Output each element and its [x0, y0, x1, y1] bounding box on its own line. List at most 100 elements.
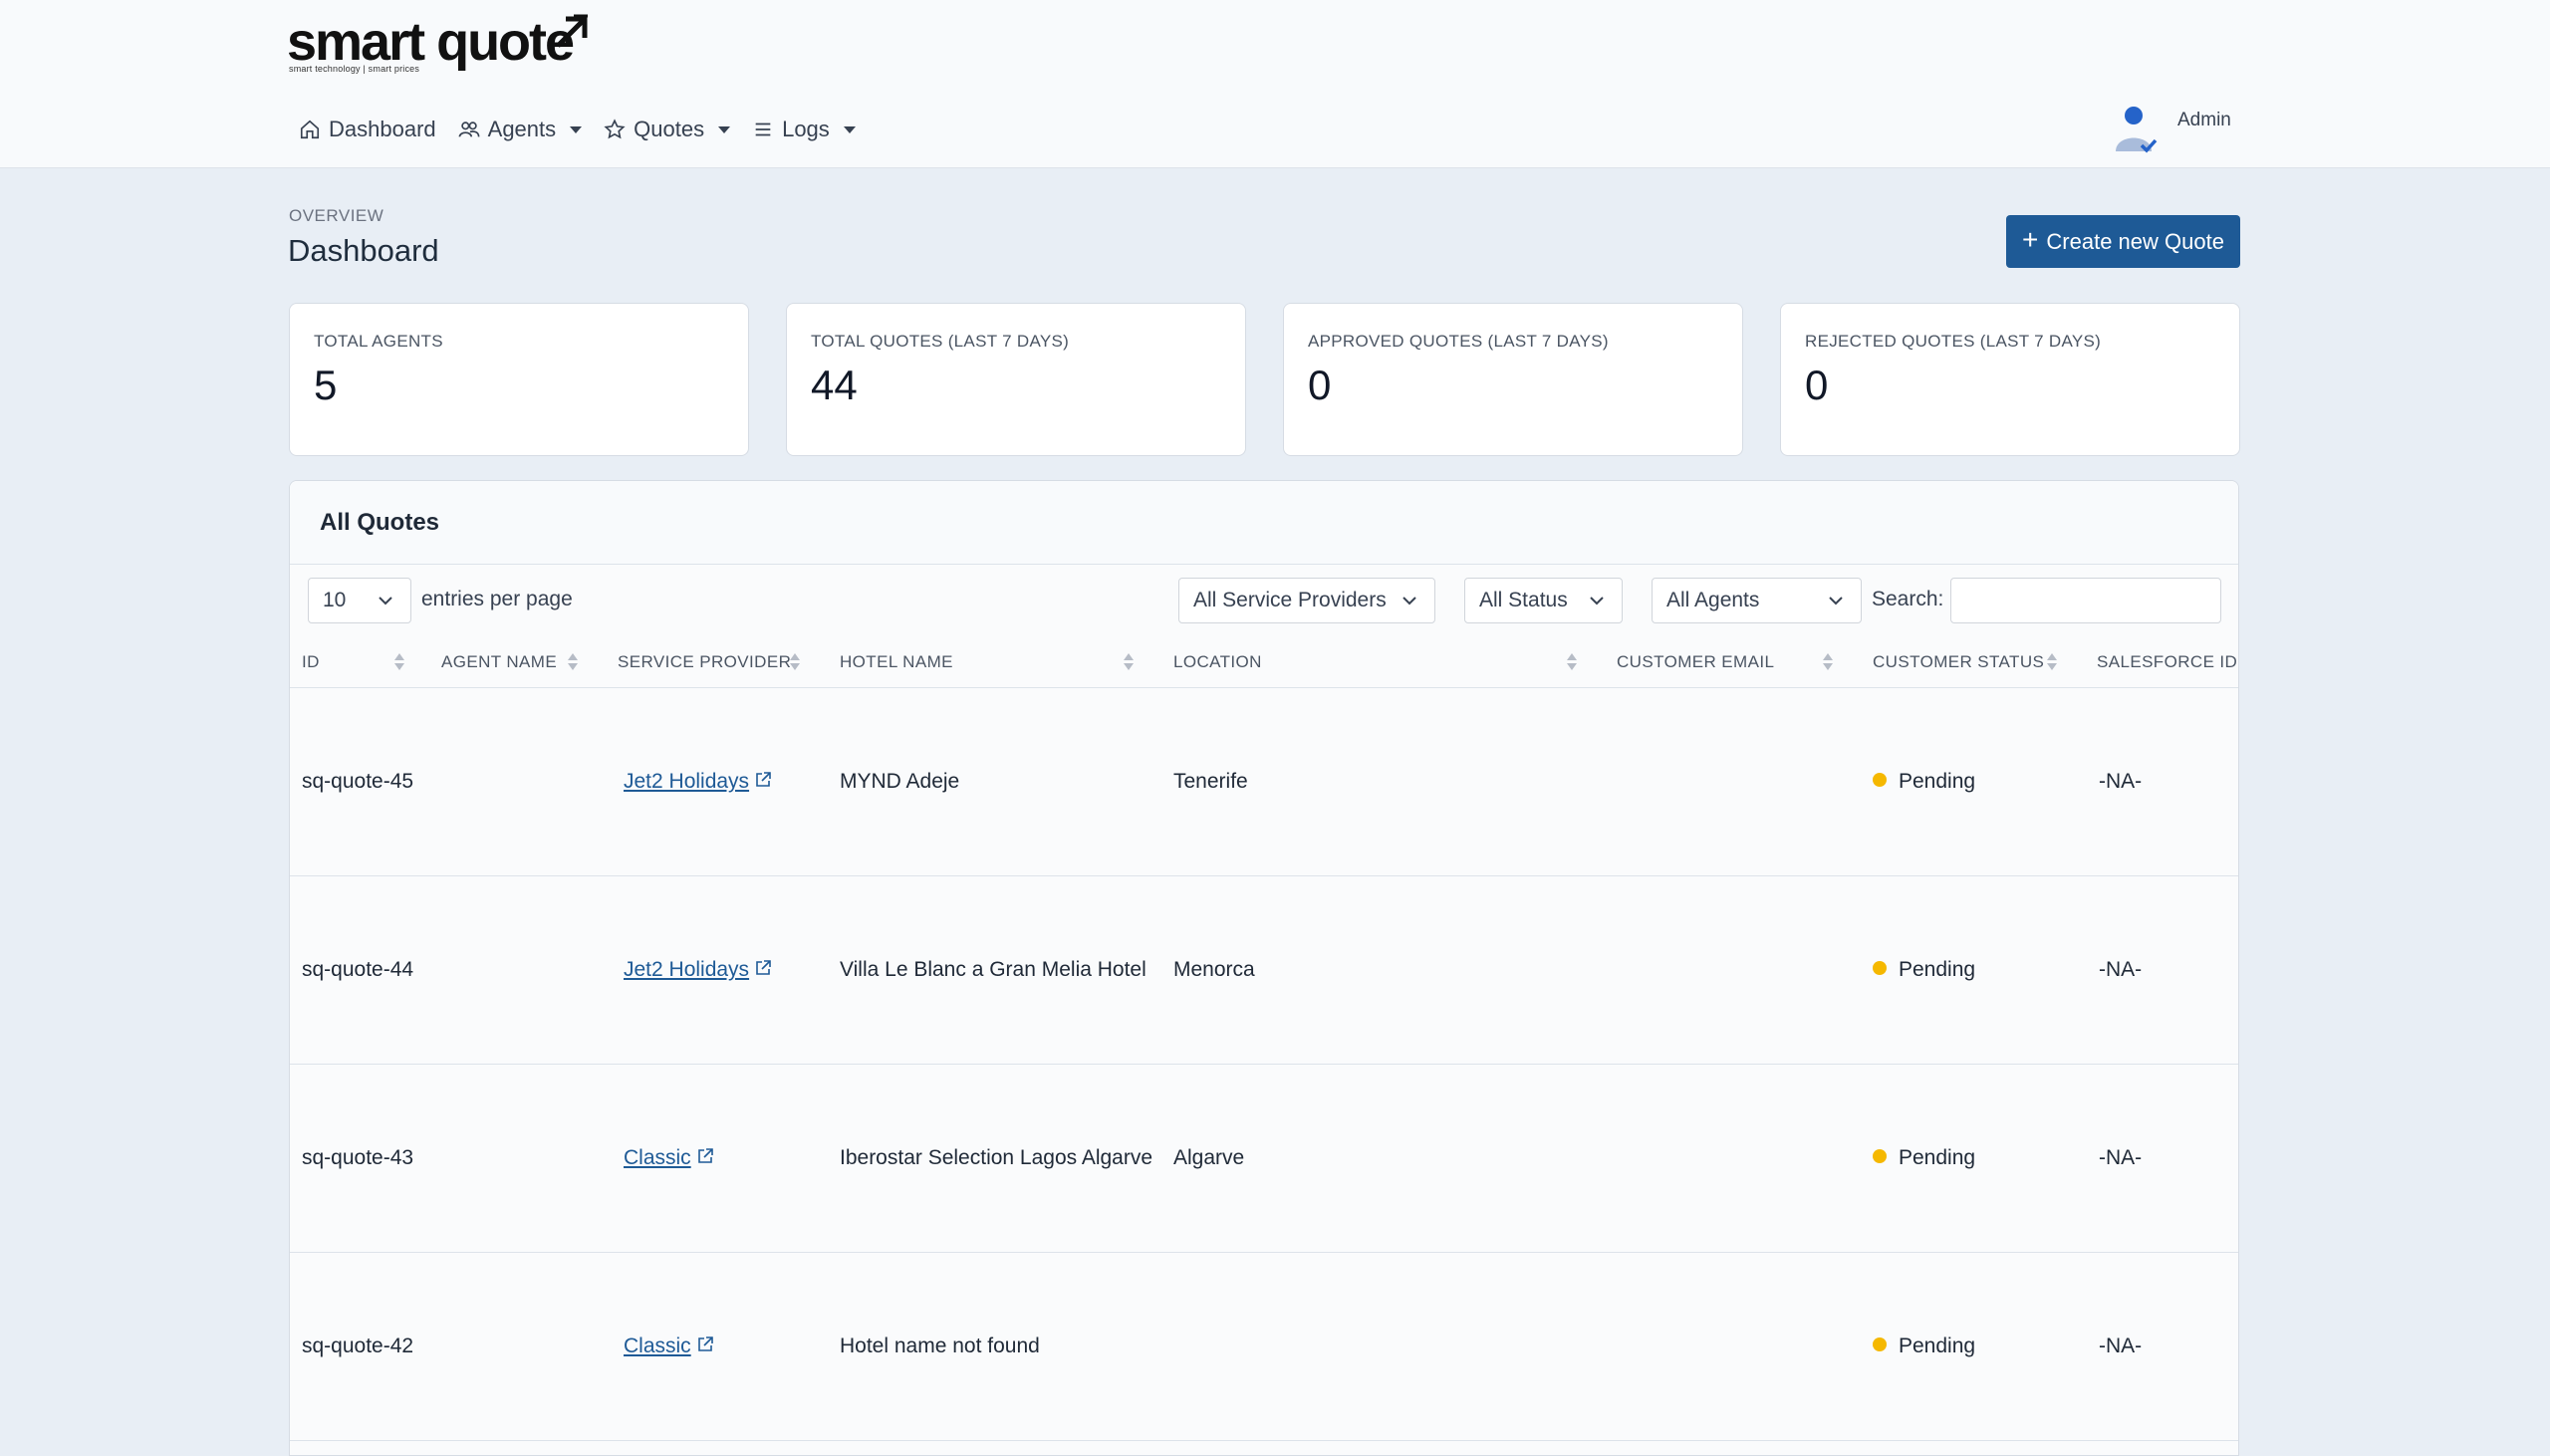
chevron-down-icon	[379, 597, 392, 606]
chevron-down-icon	[570, 125, 583, 133]
cell-customer-status: Pending	[1873, 1335, 1975, 1358]
status-dot-icon	[1873, 961, 1887, 975]
entries-per-page-value: 10	[323, 589, 347, 611]
cell-salesforce-id: -NA-	[2099, 1146, 2143, 1169]
chevron-down-icon	[843, 125, 856, 133]
cell-service-provider: Classic	[624, 1335, 715, 1358]
nav-logs[interactable]: Logs	[752, 117, 856, 142]
cell-hotel-name: MYND Adeje	[840, 770, 960, 793]
user-check-icon	[2116, 107, 2158, 153]
service-provider-link[interactable]: Jet2 Holidays	[624, 958, 749, 981]
cell-salesforce-id: -NA-	[2099, 958, 2143, 981]
entries-per-page-label: entries per page	[421, 588, 573, 610]
status-filter-value: All Status	[1479, 589, 1568, 611]
logo-wordmark: smart quote	[287, 12, 575, 72]
nav-quotes-label: Quotes	[634, 117, 705, 141]
cell-service-provider: Classic	[624, 1146, 715, 1170]
panel-title: All Quotes	[290, 481, 2238, 565]
chevron-down-icon	[1590, 597, 1604, 606]
service-provider-filter[interactable]: All Service Providers	[1178, 578, 1435, 623]
stat-value: 44	[811, 362, 858, 408]
external-link-icon[interactable]	[753, 958, 773, 978]
external-link-icon[interactable]	[695, 1335, 715, 1354]
list-icon	[755, 122, 771, 136]
cell-hotel-name: Hotel name not found	[840, 1335, 1040, 1357]
column-header-location[interactable]: LOCATION	[1173, 652, 1262, 672]
chevron-down-icon	[718, 125, 731, 133]
column-header-service-provider[interactable]: SERVICE PROVIDER	[618, 652, 791, 672]
create-quote-label: Create new Quote	[2046, 228, 2224, 254]
sort-icon[interactable]	[1124, 651, 1134, 673]
cell-id: sq-quote-44	[302, 958, 414, 981]
sort-icon[interactable]	[2047, 651, 2057, 673]
status-label: Pending	[1899, 1335, 1976, 1357]
column-header-hotel-name[interactable]: HOTEL NAME	[840, 652, 953, 672]
user-name: Admin	[2177, 110, 2231, 130]
cell-location: Algarve	[1173, 1146, 1245, 1169]
cell-id: sq-quote-45	[302, 770, 414, 793]
column-header-salesforce-id[interactable]: SALESFORCE ID	[2097, 652, 2237, 672]
nav-agents[interactable]: Agents	[458, 117, 583, 142]
sort-icon[interactable]	[394, 651, 404, 673]
entries-per-page-select[interactable]: 10	[308, 578, 411, 623]
external-link-icon[interactable]	[753, 770, 773, 790]
table-row[interactable]: sq-quote-44 Jet2 Holidays Villa Le Blanc…	[290, 876, 2238, 1065]
stat-label: APPROVED QUOTES (LAST 7 DAYS)	[1308, 332, 1609, 351]
plus-icon: +	[2022, 224, 2039, 255]
table-row[interactable]: sq-quote-42 Classic Hotel name not found…	[290, 1253, 2238, 1441]
status-label: Pending	[1899, 1146, 1976, 1169]
status-label: Pending	[1899, 770, 1976, 793]
nav-quotes[interactable]: Quotes	[604, 117, 731, 142]
stat-value: 5	[314, 362, 338, 408]
sort-icon[interactable]	[1823, 651, 1833, 673]
service-provider-link[interactable]: Classic	[624, 1335, 691, 1357]
sort-icon[interactable]	[568, 651, 578, 673]
table-row[interactable]: sq-quote-43 Classic Iberostar Selection …	[290, 1065, 2238, 1253]
column-header-customer-email[interactable]: CUSTOMER EMAIL	[1617, 652, 1774, 672]
search-label: Search:	[1872, 588, 1944, 610]
sort-icon[interactable]	[1567, 651, 1577, 673]
arrow-up-right-icon	[556, 14, 588, 48]
all-quotes-panel: All Quotes 10 entries per page All Servi…	[289, 480, 2239, 1456]
cell-location: Tenerife	[1173, 770, 1248, 793]
nav-dashboard[interactable]: Dashboard	[299, 117, 436, 142]
cell-location: Menorca	[1173, 958, 1255, 981]
column-header-customer-status[interactable]: CUSTOMER STATUS	[1873, 652, 2044, 672]
cell-id: sq-quote-43	[302, 1146, 414, 1169]
service-provider-link[interactable]: Jet2 Holidays	[624, 770, 749, 793]
cell-id: sq-quote-42	[302, 1335, 414, 1357]
stat-label: TOTAL QUOTES (LAST 7 DAYS)	[811, 332, 1070, 351]
stat-card-total-quotes: TOTAL QUOTES (LAST 7 DAYS) 44	[786, 303, 1246, 456]
column-header-agent-name[interactable]: AGENT NAME	[441, 652, 557, 672]
table-row[interactable]: sq-quote-45 Jet2 Holidays MYND Adeje Ten…	[290, 688, 2238, 876]
cell-customer-status: Pending	[1873, 770, 1975, 794]
cell-hotel-name: Iberostar Selection Lagos Algarve	[840, 1146, 1153, 1169]
home-icon	[300, 120, 320, 139]
cell-customer-status: Pending	[1873, 1146, 1975, 1170]
cell-salesforce-id: -NA-	[2099, 770, 2143, 793]
search-input[interactable]	[1950, 578, 2221, 623]
main-nav: Dashboard Agents Quotes Logs	[299, 112, 856, 147]
agents-filter[interactable]: All Agents	[1652, 578, 1862, 623]
cell-salesforce-id: -NA-	[2099, 1335, 2143, 1357]
smart-quote-logo[interactable]: smart quote smart technology | smart pri…	[287, 12, 606, 78]
stat-card-total-agents: TOTAL AGENTS 5	[289, 303, 749, 456]
service-provider-filter-value: All Service Providers	[1193, 589, 1387, 611]
user-menu[interactable]: Admin	[2112, 100, 2231, 153]
column-header-id[interactable]: ID	[302, 652, 320, 672]
external-link-icon[interactable]	[695, 1146, 715, 1166]
users-icon	[458, 121, 480, 137]
sort-icon[interactable]	[790, 651, 800, 673]
agents-filter-value: All Agents	[1666, 589, 1760, 611]
star-icon	[604, 119, 626, 139]
stat-value: 0	[1308, 362, 1332, 408]
create-quote-button[interactable]: + Create new Quote	[2006, 215, 2240, 268]
logo-tagline: smart technology | smart prices	[289, 64, 420, 74]
chevron-down-icon	[1829, 597, 1843, 606]
page-overline: OVERVIEW	[289, 206, 384, 225]
status-dot-icon	[1873, 773, 1887, 787]
cell-service-provider: Jet2 Holidays	[624, 770, 773, 794]
service-provider-link[interactable]: Classic	[624, 1146, 691, 1169]
status-filter[interactable]: All Status	[1464, 578, 1623, 623]
cell-customer-status: Pending	[1873, 958, 1975, 982]
